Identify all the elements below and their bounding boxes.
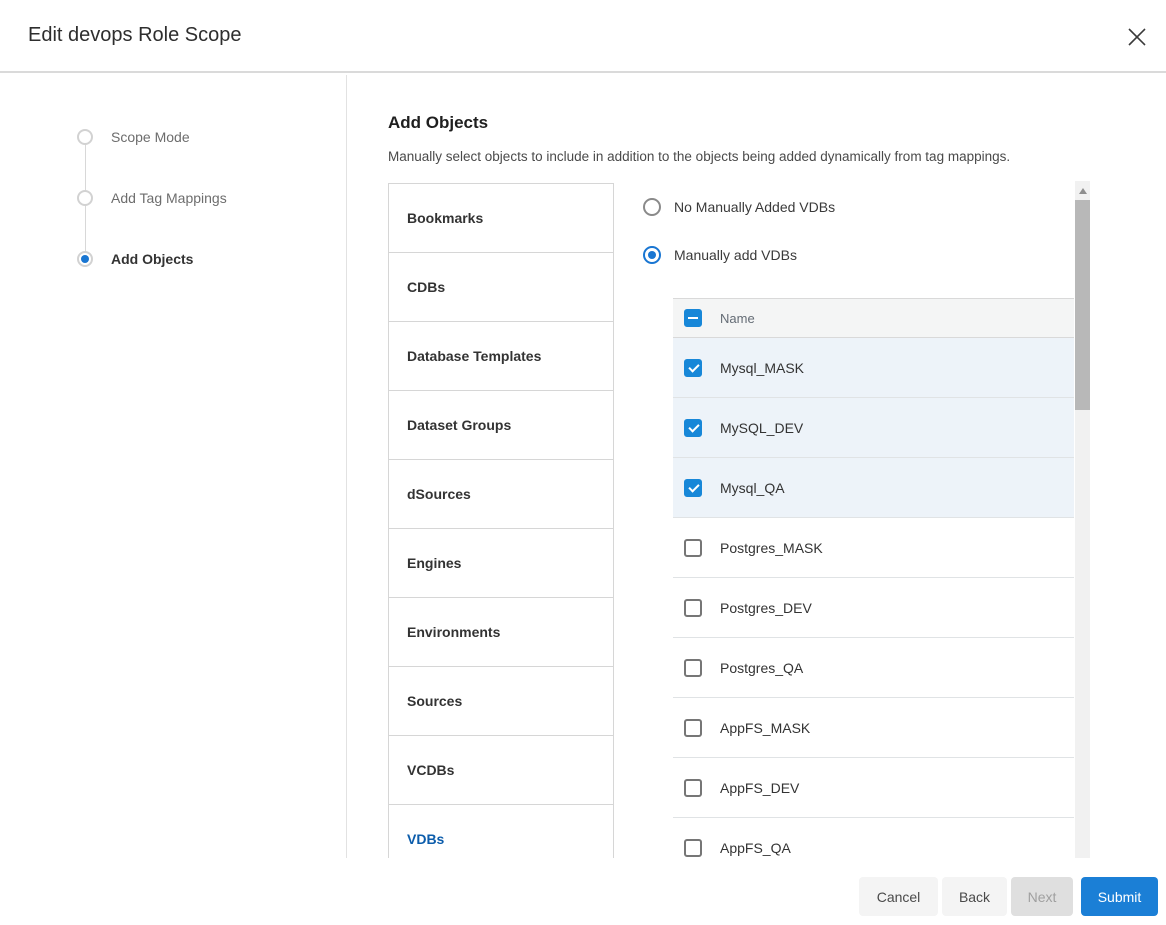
scrollbar-thumb[interactable] [1075, 200, 1090, 410]
radio-icon [643, 198, 661, 216]
category-list: Bookmarks CDBs Database Templates Datase… [388, 183, 614, 858]
name-column-header: Name [720, 311, 755, 326]
row-checkbox[interactable] [684, 419, 702, 437]
step-circle-icon [77, 190, 93, 206]
category-label: Bookmarks [407, 210, 483, 226]
category-label: CDBs [407, 279, 445, 295]
category-label: Database Templates [407, 348, 541, 364]
dialog-header: Edit devops Role Scope [0, 0, 1166, 73]
dialog-body: Scope Mode Add Tag Mappings Add Objects … [0, 75, 1166, 858]
stepper-step[interactable]: Add Tag Mappings [77, 190, 227, 206]
footer-actions: Cancel Back Next Submit [859, 877, 1158, 916]
cancel-button[interactable]: Cancel [859, 877, 938, 916]
table-row[interactable]: Mysql_MASK [673, 338, 1074, 398]
radio-label: Manually add VDBs [674, 247, 797, 263]
category-label: VCDBs [407, 762, 454, 778]
row-checkbox[interactable] [684, 779, 702, 797]
category-item[interactable]: VCDBs [388, 735, 614, 805]
stepper-step[interactable]: Scope Mode [77, 129, 227, 145]
category-item[interactable]: Sources [388, 666, 614, 736]
select-all-checkbox[interactable] [684, 309, 702, 327]
section-description: Manually select objects to include in ad… [388, 149, 1010, 164]
main-pane: Add Objects Manually select objects to i… [348, 75, 1166, 858]
category-item[interactable]: CDBs [388, 252, 614, 322]
step-label: Add Tag Mappings [111, 190, 227, 206]
radio-icon [643, 246, 661, 264]
vdb-table-body: Mysql_MASK MySQL_DEV Mysql_QA Postgres_M… [673, 338, 1074, 858]
table-row[interactable]: Postgres_MASK [673, 518, 1074, 578]
row-checkbox[interactable] [684, 839, 702, 857]
category-item[interactable]: Dataset Groups [388, 390, 614, 460]
row-checkbox[interactable] [684, 599, 702, 617]
table-row[interactable]: Postgres_DEV [673, 578, 1074, 638]
dialog-title: Edit devops Role Scope [28, 24, 241, 47]
vdb-table: Name Mysql_MASK MySQL_DEV Mysql_QA Po [673, 298, 1074, 858]
row-checkbox[interactable] [684, 539, 702, 557]
scrollbar-track[interactable] [1075, 181, 1090, 858]
row-checkbox[interactable] [684, 659, 702, 677]
vdb-table-header: Name [673, 298, 1074, 338]
stepper: Scope Mode Add Tag Mappings Add Objects [77, 129, 227, 267]
row-name: Mysql_MASK [720, 360, 804, 376]
row-name: Postgres_MASK [720, 540, 823, 556]
category-item[interactable]: Engines [388, 528, 614, 598]
table-row[interactable]: AppFS_MASK [673, 698, 1074, 758]
step-circle-icon [77, 251, 93, 267]
category-item[interactable]: Environments [388, 597, 614, 667]
table-row[interactable]: MySQL_DEV [673, 398, 1074, 458]
category-label: Dataset Groups [407, 417, 511, 433]
radio-option[interactable]: Manually add VDBs [643, 245, 835, 265]
category-item[interactable]: dSources [388, 459, 614, 529]
table-row[interactable]: Postgres_QA [673, 638, 1074, 698]
radio-option[interactable]: No Manually Added VDBs [643, 197, 835, 217]
category-item[interactable]: VDBs [388, 804, 614, 858]
category-item[interactable]: Database Templates [388, 321, 614, 391]
category-item[interactable]: Bookmarks [388, 183, 614, 253]
category-label: dSources [407, 486, 471, 502]
row-checkbox[interactable] [684, 479, 702, 497]
page-title: Add Objects [388, 113, 488, 133]
row-name: AppFS_DEV [720, 780, 799, 796]
category-label: Sources [407, 693, 462, 709]
table-row[interactable]: AppFS_QA [673, 818, 1074, 858]
row-checkbox[interactable] [684, 719, 702, 737]
row-name: MySQL_DEV [720, 420, 803, 436]
category-label: Environments [407, 624, 500, 640]
row-checkbox[interactable] [684, 359, 702, 377]
radio-label: No Manually Added VDBs [674, 199, 835, 215]
step-label: Scope Mode [111, 129, 190, 145]
radio-group: No Manually Added VDBs Manually add VDBs [643, 197, 835, 265]
row-name: Postgres_QA [720, 660, 803, 676]
step-label: Add Objects [111, 251, 193, 267]
stepper-pane: Scope Mode Add Tag Mappings Add Objects [0, 75, 347, 858]
category-label: Engines [407, 555, 461, 571]
back-button[interactable]: Back [942, 877, 1007, 916]
row-name: AppFS_MASK [720, 720, 810, 736]
table-row[interactable]: Mysql_QA [673, 458, 1074, 518]
close-icon [1126, 36, 1148, 51]
next-button: Next [1011, 877, 1073, 916]
step-circle-icon [77, 129, 93, 145]
row-name: Postgres_DEV [720, 600, 812, 616]
category-label: VDBs [407, 831, 444, 847]
row-name: AppFS_QA [720, 840, 791, 856]
scroll-up-icon[interactable] [1079, 188, 1087, 194]
row-name: Mysql_QA [720, 480, 785, 496]
stepper-step[interactable]: Add Objects [77, 251, 227, 267]
table-row[interactable]: AppFS_DEV [673, 758, 1074, 818]
close-button[interactable] [1126, 26, 1148, 48]
submit-button[interactable]: Submit [1081, 877, 1158, 916]
